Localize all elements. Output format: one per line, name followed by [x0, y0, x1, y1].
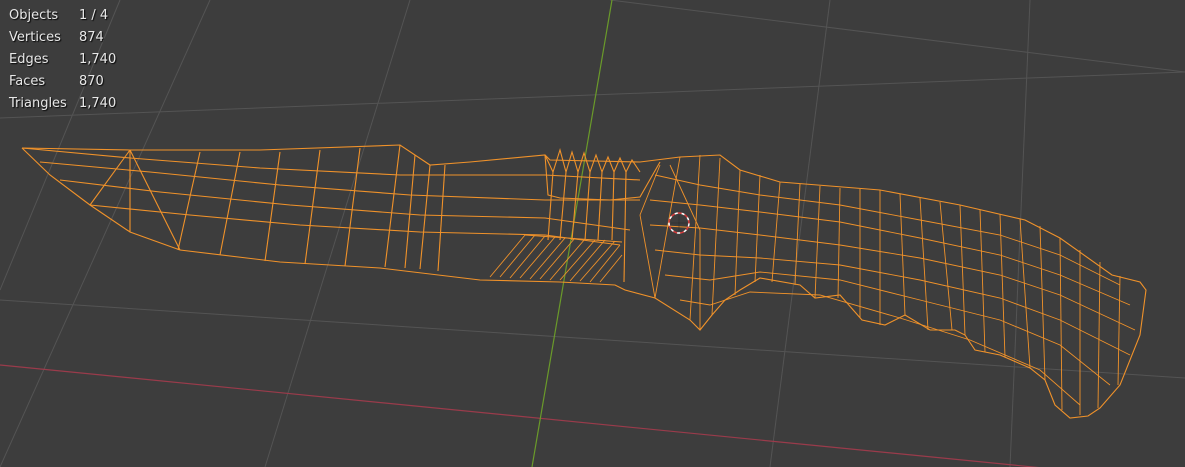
hatched-ramp	[489, 234, 623, 283]
stat-value: 870	[79, 74, 104, 89]
stat-row-vertices: Vertices 874	[9, 27, 116, 49]
stat-row-objects: Objects 1 / 4	[9, 5, 116, 27]
stat-label: Edges	[9, 52, 49, 67]
floor-grid	[0, 0, 1185, 467]
stat-value: 1,740	[79, 52, 117, 67]
stat-row-edges: Edges 1,740	[9, 49, 116, 71]
knife-wireframe[interactable]	[21, 144, 1147, 419]
stat-label: Faces	[9, 74, 46, 89]
stat-value: 1,740	[79, 96, 117, 111]
stat-value: 1 / 4	[79, 8, 109, 23]
x-axis-line	[0, 364, 1040, 467]
object-origin[interactable]	[668, 212, 690, 234]
3d-viewport[interactable]	[0, 0, 1185, 467]
y-axis-line	[531, 0, 613, 467]
stat-row-triangles: Triangles 1,740	[9, 93, 116, 115]
stat-value: 874	[79, 30, 104, 45]
handle-mesh	[639, 154, 1136, 415]
serrations	[544, 148, 641, 283]
stat-label: Objects	[9, 8, 59, 23]
statistics-overlay: Objects 1 / 4 Vertices 874 Edges 1,740 Face…	[9, 5, 116, 115]
stat-label: Triangles	[9, 96, 67, 111]
stat-row-faces: Faces 870	[9, 71, 116, 93]
stat-label: Vertices	[9, 30, 61, 45]
